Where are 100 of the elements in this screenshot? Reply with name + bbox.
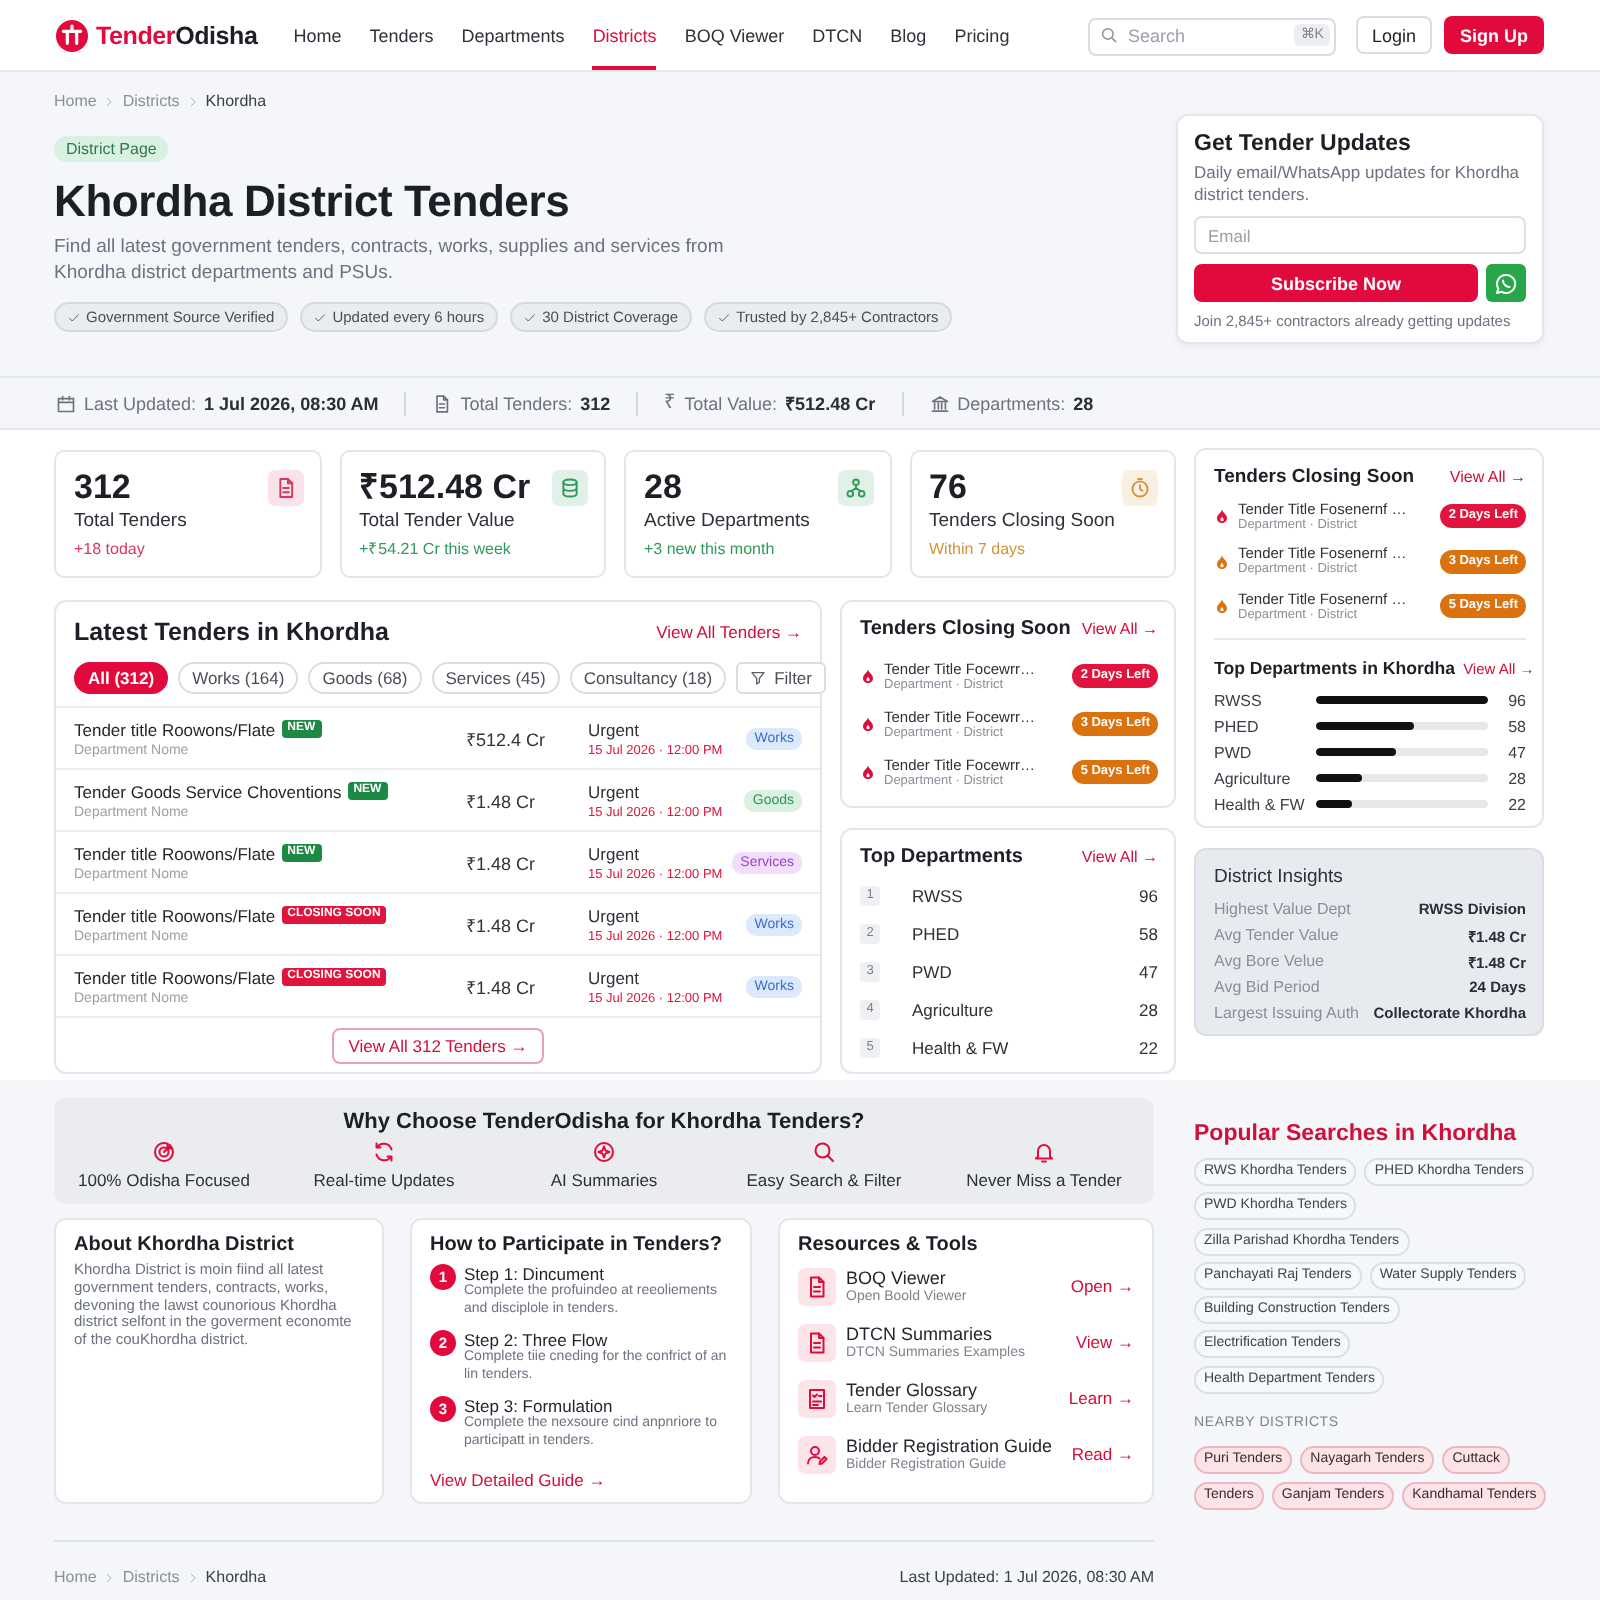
department-name[interactable]: Health & FW bbox=[912, 1037, 1009, 1057]
filter-tab[interactable]: Works (164) bbox=[178, 662, 299, 694]
insight-label: Highest Value Dept bbox=[1214, 900, 1351, 918]
check-icon bbox=[718, 311, 731, 323]
filter-tab[interactable]: Consultancy (18) bbox=[569, 662, 727, 694]
insight-label: Avg Bore Velue bbox=[1214, 952, 1325, 970]
card-title: About Khordha District bbox=[74, 1232, 296, 1258]
resource-link[interactable]: View → bbox=[1075, 1332, 1134, 1352]
tender-count: 22 bbox=[1139, 1037, 1158, 1057]
tender-title[interactable]: Tender title Roowons/Flate bbox=[74, 967, 276, 987]
filter-tab[interactable]: Goods (68) bbox=[308, 662, 422, 694]
tender-count: 96 bbox=[1139, 885, 1158, 905]
tender-count: 28 bbox=[1139, 999, 1158, 1019]
rupee-icon: ₹ bbox=[664, 393, 677, 413]
insight-label: Largest Issuing Auth bbox=[1214, 1004, 1359, 1022]
network-icon bbox=[837, 470, 873, 506]
info-value: 28 bbox=[1073, 393, 1094, 413]
insight-label: Avg Bid Period bbox=[1214, 978, 1320, 996]
resource-title[interactable]: DTCN Summaries bbox=[846, 1323, 1066, 1343]
subscribe-button[interactable]: Subscribe Now bbox=[1194, 264, 1478, 302]
tender-value: ₹1.48 Cr bbox=[466, 913, 538, 937]
document-icon bbox=[798, 1267, 836, 1305]
section-title: Top Departments in Khordha bbox=[1214, 658, 1456, 678]
chevron-icon bbox=[187, 1572, 198, 1584]
section-title: Popular Searches in Khordha bbox=[1194, 1120, 1519, 1148]
info-label: Total Value: bbox=[684, 393, 778, 413]
nav-link[interactable]: Home bbox=[293, 0, 342, 70]
step-title: Step 3: Formulation bbox=[464, 1396, 613, 1416]
page-tag: District Page bbox=[54, 136, 169, 162]
guide-link[interactable]: View Detailed Guide → bbox=[430, 1470, 606, 1490]
view-all-button[interactable]: View All 312 Tenders → bbox=[332, 1028, 544, 1064]
bank-icon bbox=[929, 393, 950, 413]
department-name[interactable]: RWSS bbox=[912, 885, 963, 905]
chevron-icon bbox=[104, 96, 115, 108]
view-all-link[interactable]: View All → bbox=[1449, 468, 1526, 486]
flame-icon bbox=[1214, 506, 1230, 527]
tender-count: 58 bbox=[1139, 923, 1158, 943]
resource-link[interactable]: Learn → bbox=[1068, 1388, 1134, 1408]
page-description: Find all latest government tenders, contracts, works, supplies and services from Khordha district departments and PSUs. bbox=[54, 234, 726, 286]
chat-button[interactable] bbox=[1486, 264, 1526, 302]
tender-title[interactable]: Tender title Roowons/Flate bbox=[74, 905, 276, 925]
tender-title[interactable]: Tender title Roowons/Flate bbox=[74, 719, 276, 739]
signup-button[interactable]: Sign Up bbox=[1444, 16, 1544, 54]
status-text: Urgent bbox=[588, 719, 642, 739]
status-text: Urgent bbox=[588, 967, 642, 987]
tender-count: 47 bbox=[1139, 961, 1158, 981]
tender-value: ₹512.4 Cr bbox=[466, 727, 548, 751]
resource-title[interactable]: Bidder Registration Guide bbox=[846, 1435, 1062, 1455]
resource-link[interactable]: Read → bbox=[1071, 1444, 1134, 1464]
check-icon bbox=[524, 311, 537, 323]
nav-link[interactable]: Departments bbox=[461, 0, 565, 70]
info-value: 312 bbox=[580, 393, 611, 413]
resource-link[interactable]: Open → bbox=[1070, 1276, 1134, 1296]
nav-link[interactable]: Tenders bbox=[369, 0, 434, 70]
department-name[interactable]: PHED bbox=[912, 923, 960, 943]
stat-change: +18 today bbox=[74, 540, 147, 560]
tender-title[interactable]: Tender Goods Service Choventions bbox=[74, 781, 342, 801]
section-title: Tenders Closing Soon bbox=[1214, 466, 1415, 488]
view-all-link[interactable]: View All Tenders → bbox=[656, 621, 802, 641]
feature-label: Never Miss a Tender bbox=[966, 1170, 1122, 1192]
stat-value: 76 bbox=[929, 468, 969, 508]
info-label: Total Tenders: bbox=[460, 393, 573, 413]
view-all-link[interactable]: View All → bbox=[1081, 848, 1158, 866]
stat-change: +3 new this month bbox=[644, 540, 777, 560]
resource-title[interactable]: Tender Glossary bbox=[846, 1379, 1059, 1399]
document-icon bbox=[798, 1323, 836, 1361]
chat-icon bbox=[1494, 271, 1518, 295]
department-name: PWD bbox=[1214, 743, 1254, 761]
tender-count: 47 bbox=[1506, 743, 1526, 761]
tender-title[interactable]: Tender title Roowons/Flate bbox=[74, 843, 276, 863]
banner-title: Why Choose TenderOdisha for Khordha Tenders? bbox=[341, 1108, 867, 1136]
step-title: Step 2: Three Flow bbox=[464, 1330, 610, 1350]
check-icon bbox=[68, 311, 80, 323]
filter-tab[interactable]: Services (45) bbox=[431, 662, 560, 694]
filter-button[interactable]: Filter bbox=[736, 662, 826, 694]
info-label: Last Updated: bbox=[84, 393, 197, 413]
nav-link[interactable]: DTCN bbox=[812, 0, 863, 70]
department-name[interactable]: PWD bbox=[912, 961, 952, 981]
login-button[interactable]: Login bbox=[1355, 16, 1432, 54]
resource-title[interactable]: BOQ Viewer bbox=[846, 1267, 1061, 1287]
feature-label: AI Summaries bbox=[550, 1170, 658, 1192]
department-name[interactable]: Agriculture bbox=[912, 999, 994, 1019]
checklist-icon bbox=[798, 1379, 836, 1417]
person-icon bbox=[798, 1435, 836, 1473]
filter-tab[interactable]: All (312) bbox=[74, 662, 169, 694]
nav-link[interactable]: Blog bbox=[890, 0, 927, 70]
check-icon bbox=[314, 311, 327, 323]
sparkle-icon bbox=[592, 1140, 616, 1164]
department-name: RWSS bbox=[1214, 691, 1264, 709]
nav-link[interactable]: BOQ Viewer bbox=[684, 0, 785, 70]
nav-link[interactable]: Pricing bbox=[954, 0, 1010, 70]
stat-change: Within 7 days bbox=[929, 540, 1028, 560]
view-all-link[interactable]: View All → bbox=[1081, 620, 1158, 638]
step-title: Step 1: Dincument bbox=[464, 1264, 604, 1284]
flame-icon bbox=[1214, 596, 1230, 617]
card-title: Resources & Tools bbox=[798, 1234, 980, 1258]
email-field[interactable]: Email bbox=[1194, 216, 1526, 254]
page-title: Khordha District Tenders bbox=[54, 176, 572, 228]
logo-text[interactable]: TenderOdisha bbox=[96, 21, 258, 49]
nav-link[interactable]: Districts bbox=[592, 0, 657, 70]
